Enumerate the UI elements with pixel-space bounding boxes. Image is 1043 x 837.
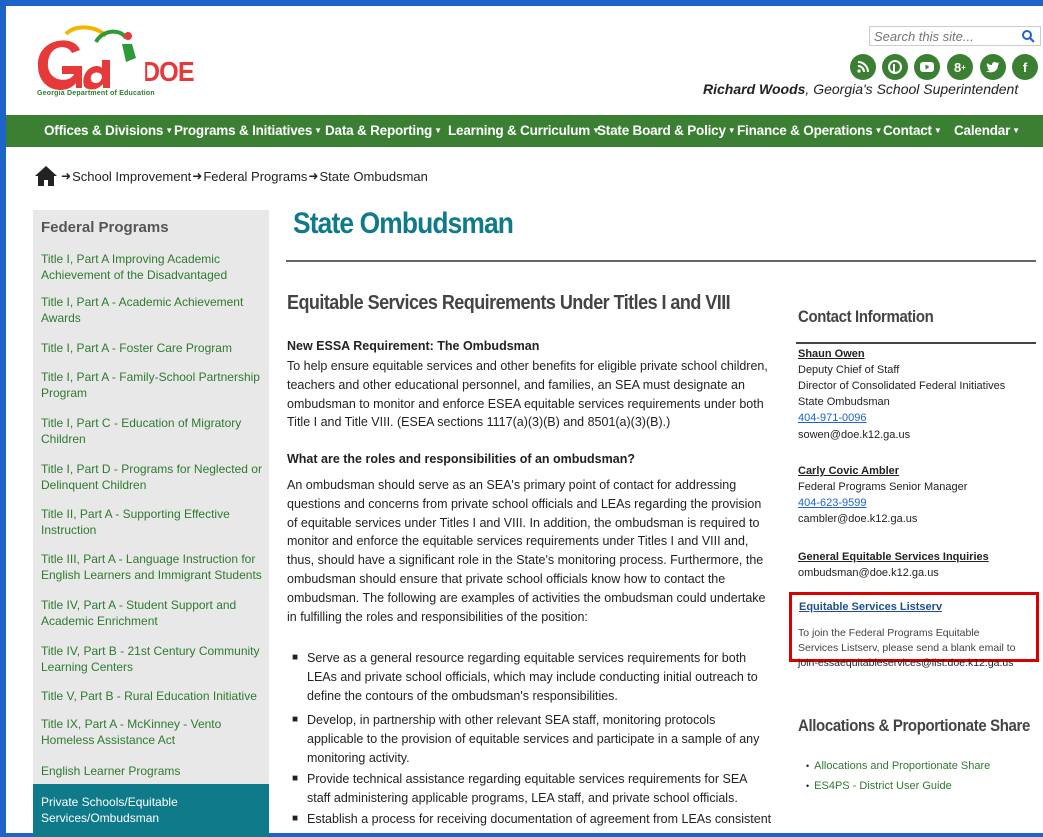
facebook-icon[interactable]: f	[1012, 54, 1038, 80]
google-plus-icon[interactable]: 8 +	[947, 54, 973, 80]
sidebar-item-label: Private Schools/Equitable Services/Ombud…	[41, 795, 178, 825]
sidebar-item-migratory-children[interactable]: Title I, Part C - Education of Migratory…	[41, 415, 263, 447]
chevron-down-icon: ▼	[1012, 126, 1020, 135]
sidebar-item-academic-achievement-awards[interactable]: Title I, Part A - Academic Achievement A…	[41, 294, 263, 326]
contact-name-carly-ambler[interactable]: Carly Covic Ambler	[798, 463, 899, 479]
es4ps-user-guide-link[interactable]: • ES4PS - District User Guide	[806, 778, 952, 794]
contact-title-line: Director of Consolidated Federal Initiat…	[798, 380, 1006, 392]
search-input[interactable]	[874, 28, 1014, 44]
contact-divider	[796, 342, 1036, 344]
pinterest-icon[interactable]	[882, 54, 908, 80]
chevron-down-icon: ▼	[434, 126, 442, 135]
sidebar-item-student-support[interactable]: Title IV, Part A - Student Support and A…	[41, 597, 263, 629]
subheading-ombudsman: New ESSA Requirement: The Ombudsman	[287, 339, 540, 353]
listserv-title-link[interactable]: Equitable Services Listserv	[799, 601, 942, 613]
title-divider	[286, 260, 1036, 262]
twitter-icon[interactable]	[980, 54, 1006, 80]
listserv-text: To join the Federal Programs Equitable S…	[798, 627, 1016, 669]
sidebar-item-english-learner[interactable]: English Learner Programs	[41, 763, 263, 779]
nav-finance-operations[interactable]: Finance & Operations ▼	[737, 123, 882, 138]
superintendent-line: Richard Woods, Georgia's School Superint…	[703, 81, 1018, 97]
search-icon[interactable]	[1020, 28, 1036, 44]
sidebar-item-21st-century[interactable]: Title IV, Part B - 21st Century Communit…	[41, 643, 263, 675]
chevron-down-icon: ▼	[314, 126, 322, 135]
page-title: State Ombudsman	[293, 207, 514, 240]
nav-learning-curriculum[interactable]: Learning & Curriculum ▼	[448, 123, 600, 138]
contact-title-line: State Ombudsman	[798, 396, 890, 408]
chevron-down-icon: ▼	[727, 126, 736, 135]
nav-offices-divisions[interactable]: Offices & Divisions ▼	[44, 123, 173, 138]
contact-heading: Contact Information	[798, 307, 934, 326]
contact-email: cambler@doe.k12.ga.us	[798, 513, 918, 525]
allocations-link[interactable]: • Allocations and Proportionate Share	[806, 758, 990, 774]
sidebar-item-neglected-delinquent[interactable]: Title I, Part D - Programs for Neglected…	[41, 461, 263, 493]
sidebar-item-title-i-part-a[interactable]: Title I, Part A Improving Academic Achie…	[41, 251, 263, 283]
subheading-roles: What are the roles and responsibilities …	[287, 452, 635, 466]
nav-programs-initiatives[interactable]: Programs & Initiatives ▼	[174, 123, 322, 138]
superintendent-name: Richard Woods	[703, 81, 806, 97]
youtube-icon[interactable]	[914, 54, 940, 80]
search-box	[869, 26, 1041, 46]
breadcrumb-state-ombudsman[interactable]: State Ombudsman	[319, 169, 427, 184]
contact-phone-link[interactable]: 404-623-9599	[798, 495, 867, 511]
rss-icon[interactable]	[850, 54, 876, 80]
general-inquiries-link[interactable]: General Equitable Services Inquiries	[798, 549, 989, 565]
sidebar-title: Federal Programs	[41, 219, 169, 236]
contact-phone-link[interactable]: 404-971-0096	[798, 410, 867, 426]
breadcrumb: ➜ School Improvement ➜ Federal Programs …	[34, 164, 428, 188]
arrow-right-icon: ➜	[308, 169, 319, 183]
allocations-heading: Allocations & Proportionate Share	[798, 716, 1030, 735]
chevron-down-icon: ▼	[165, 126, 173, 135]
breadcrumb-school-improvement[interactable]: School Improvement	[72, 169, 191, 184]
superintendent-title: , Georgia's School Superintendent	[805, 81, 1019, 97]
arrow-right-icon: ➜	[192, 169, 203, 183]
sidebar-item-rural-education[interactable]: Title V, Part B - Rural Education Initia…	[41, 688, 263, 704]
chevron-down-icon: ▼	[933, 126, 942, 135]
contact-title-line: Deputy Chief of Staff	[798, 364, 900, 376]
nav-contact[interactable]: Contact ▼	[883, 123, 942, 138]
sidebar-item-effective-instruction[interactable]: Title II, Part A - Supporting Effective …	[41, 506, 263, 538]
chevron-down-icon: ▼	[874, 126, 883, 135]
sidebar-item-family-school-partnership[interactable]: Title I, Part A - Family-School Partners…	[41, 369, 263, 401]
arrow-right-icon: ➜	[61, 169, 72, 183]
contact-title-line: Federal Programs Senior Manager	[798, 481, 968, 493]
logo-subtitle: Georgia Department of Education	[37, 90, 155, 97]
nav-data-reporting[interactable]: Data & Reporting ▼	[325, 123, 442, 138]
contact-email: sowen@doe.k12.ga.us	[798, 429, 911, 441]
sidebar-item-language-instruction[interactable]: Title III, Part A - Language Instruction…	[41, 551, 263, 583]
general-inquiries-email: ombudsman@doe.k12.ga.us	[798, 567, 939, 579]
sidebar-item-private-schools-selected[interactable]: Private Schools/Equitable Services/Ombud…	[33, 784, 269, 837]
contact-name-shaun-owen[interactable]: Shaun Owen	[798, 346, 865, 362]
sidebar-item-mckinney-vento[interactable]: Title IX, Part A - McKinney - Vento Home…	[41, 716, 263, 748]
sidebar-item-foster-care[interactable]: Title I, Part A - Foster Care Program	[41, 340, 263, 356]
section-heading: Equitable Services Requirements Under Ti…	[287, 292, 731, 314]
sidebar: Federal Programs Title I, Part A Improvi…	[33, 210, 269, 837]
home-icon[interactable]	[34, 165, 58, 187]
roles-paragraph: An ombudsman should serve as an SEA's pr…	[287, 478, 766, 624]
main-nav: Offices & Divisions ▼ Programs & Initiati…	[6, 115, 1043, 147]
nav-calendar[interactable]: Calendar ▼	[954, 123, 1020, 138]
intro-paragraph: To help ensure equitable services and ot…	[287, 359, 768, 430]
breadcrumb-federal-programs[interactable]: Federal Programs	[203, 169, 307, 184]
nav-state-board-policy[interactable]: State Board & Policy ▼	[597, 123, 736, 138]
